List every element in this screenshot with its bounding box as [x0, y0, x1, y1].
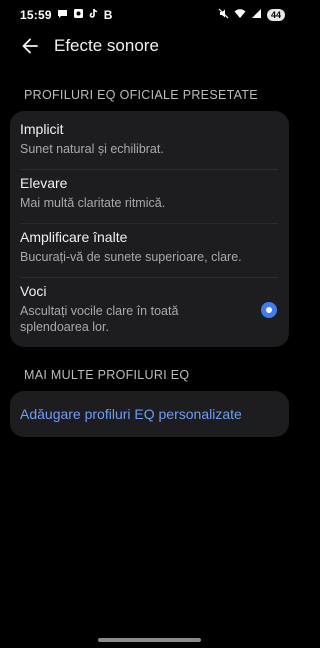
screen: 15:59 B 44 Efecte sonore PROFILURI EQ OF… [0, 0, 299, 648]
app-header: Efecte sonore [0, 30, 299, 62]
mute-icon [218, 8, 229, 22]
preset-item-elevare[interactable]: Elevare Mai multă claritate ritmică. [10, 175, 289, 211]
divider [20, 277, 278, 278]
preset-title: Implicit [20, 121, 64, 137]
status-time: 15:59 [20, 8, 52, 22]
more-profiles-card: Adăugare profiluri EQ personalizate [10, 391, 289, 437]
preset-subtitle: Bucurați-vă de sunete superioare, clare. [20, 250, 242, 264]
section-label-more: MAI MULTE PROFILURI EQ [24, 368, 190, 382]
add-custom-eq-link[interactable]: Adăugare profiluri EQ personalizate [20, 406, 242, 422]
page-title: Efecte sonore [54, 36, 159, 55]
preset-subtitle: Mai multă claritate ritmică. [20, 196, 166, 210]
chat-bubble-icon [57, 8, 68, 22]
b-app-icon: B [103, 8, 113, 22]
preset-subtitle: Ascultați vocile clare în toată splendoa… [20, 304, 179, 334]
signal-icon [251, 8, 262, 22]
gallery-icon [73, 8, 84, 22]
status-bar: 15:59 B 44 [0, 0, 299, 30]
preset-title: Voci [20, 283, 47, 299]
preset-item-implicit[interactable]: Implicit Sunet natural și echilibrat. [10, 121, 289, 157]
wifi-icon [234, 8, 246, 22]
radio-dot [266, 307, 272, 313]
back-button[interactable] [18, 34, 42, 58]
tiktok-icon [89, 8, 99, 22]
preset-title: Amplificare înalte [20, 229, 128, 245]
section-label-official: PROFILURI EQ OFICIALE PRESETATE [24, 88, 258, 102]
divider [20, 223, 278, 224]
status-bar-left: 15:59 B [20, 8, 112, 22]
status-bar-right: 44 [218, 8, 285, 22]
divider [20, 169, 278, 170]
official-presets-card: Implicit Sunet natural și echilibrat. El… [10, 111, 289, 347]
preset-item-amplificare-inalte[interactable]: Amplificare înalte Bucurați-vă de sunete… [10, 229, 289, 265]
battery-indicator: 44 [266, 9, 285, 21]
preset-title: Elevare [20, 175, 68, 191]
arrow-left-icon [22, 38, 38, 54]
preset-item-voci[interactable]: Voci Ascultați vocile clare în toată spl… [10, 283, 289, 335]
radio-selected-voci[interactable] [261, 302, 277, 318]
preset-subtitle: Sunet natural și echilibrat. [20, 142, 164, 156]
navigation-handle[interactable] [98, 638, 201, 642]
